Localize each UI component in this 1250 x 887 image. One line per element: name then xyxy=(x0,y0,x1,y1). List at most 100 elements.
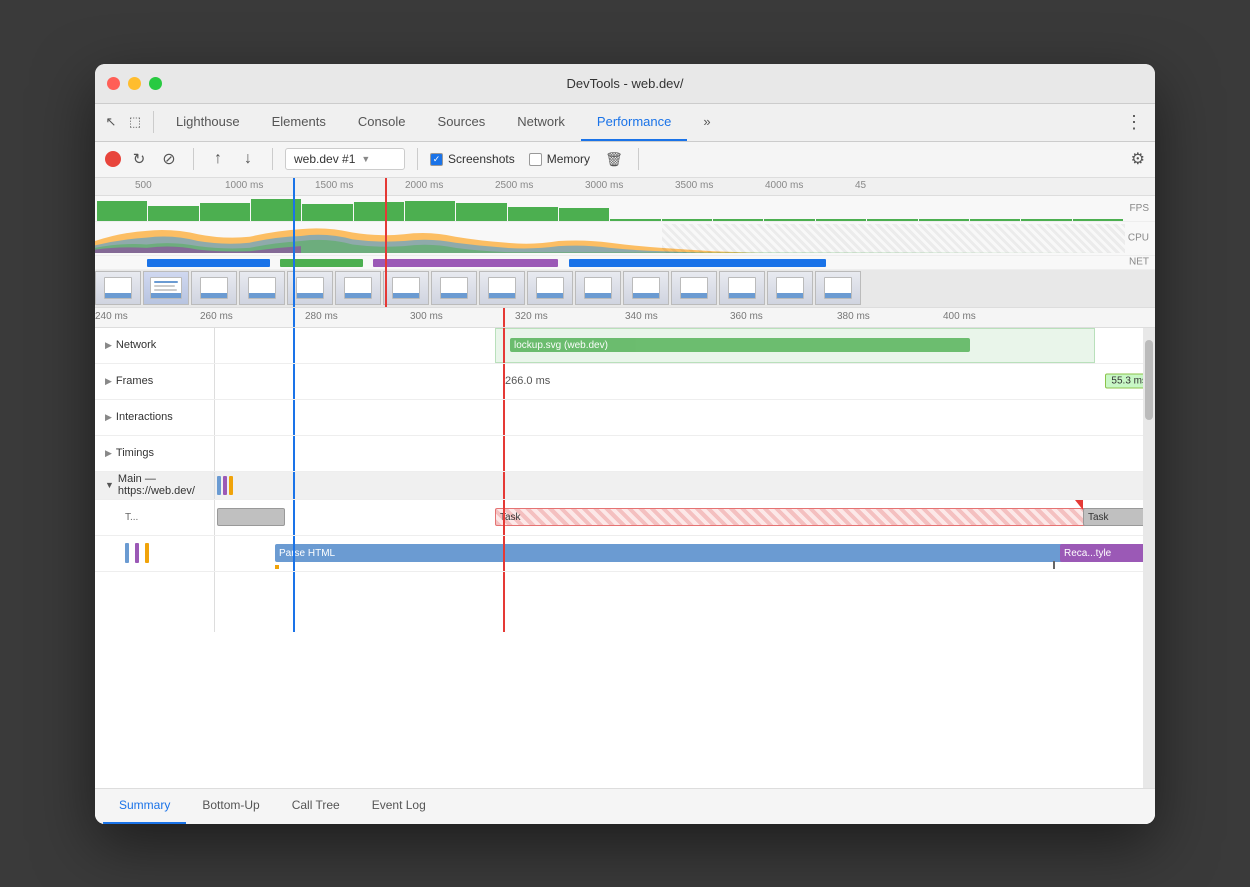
track-frames: ▶ Frames 266.0 ms 55.3 ms xyxy=(95,364,1155,400)
network-bar-lockup[interactable]: lockup.svg (web.dev) xyxy=(510,338,970,352)
url-selector[interactable]: web.dev #1 ▼ xyxy=(285,148,405,170)
chevron-down-icon: ▼ xyxy=(361,154,370,164)
detail-tick-300: 300 ms xyxy=(410,311,443,322)
detail-tick-280: 280 ms xyxy=(305,311,338,322)
tab-performance[interactable]: Performance xyxy=(581,103,687,141)
recording-toolbar: ↻ ⊘ ↑ ↓ web.dev #1 ▼ Screenshots Memory … xyxy=(95,142,1155,178)
track-label-network[interactable]: ▶ Network xyxy=(95,328,215,363)
download-icon[interactable]: ↓ xyxy=(236,147,260,171)
upload-icon[interactable]: ↑ xyxy=(206,147,230,171)
task-bar-left[interactable] xyxy=(217,508,285,526)
screenshot-1 xyxy=(95,271,141,305)
long-task-flag xyxy=(1075,500,1083,510)
detail-tick-340: 340 ms xyxy=(625,311,658,322)
track-label-interactions[interactable]: ▶ Interactions xyxy=(95,400,215,435)
track-label-frames[interactable]: ▶ Frames xyxy=(95,364,215,399)
refresh-icon[interactable]: ↻ xyxy=(127,147,151,171)
track-content-task: Task Task xyxy=(215,500,1155,535)
expand-interactions-icon: ▶ xyxy=(105,412,112,423)
tab-more[interactable]: » xyxy=(687,103,726,141)
cpu-chart xyxy=(95,224,1125,253)
fps-chart xyxy=(95,196,1125,221)
screenshot-6 xyxy=(335,271,381,305)
tab-bar: ↖ ⬚ Lighthouse Elements Console Sources … xyxy=(95,104,1155,142)
window-controls xyxy=(107,77,162,90)
scrollbar-thumb[interactable] xyxy=(1145,340,1153,420)
separator xyxy=(153,111,154,133)
tab-event-log[interactable]: Event Log xyxy=(356,788,442,824)
recalc-style-bar[interactable]: Reca...tyle xyxy=(1060,544,1155,562)
track-label-task: T... xyxy=(95,500,215,535)
expand-timings-icon: ▶ xyxy=(105,448,112,459)
screenshot-7 xyxy=(383,271,429,305)
track-label-timings[interactable]: ▶ Timings xyxy=(95,436,215,471)
red-detail-cursor xyxy=(503,308,505,327)
tab-bottom-up[interactable]: Bottom-Up xyxy=(186,788,275,824)
vertical-scrollbar[interactable] xyxy=(1143,328,1155,788)
memory-checkbox[interactable] xyxy=(529,153,542,166)
track-empty xyxy=(95,572,1155,632)
tab-elements[interactable]: Elements xyxy=(256,103,342,141)
frames-blue-line xyxy=(293,364,295,399)
track-main-header: ▼ Main — https://web.dev/ xyxy=(95,472,1155,500)
screenshot-13 xyxy=(671,271,717,305)
frames-time-value: 266.0 ms xyxy=(505,375,550,387)
sep5 xyxy=(638,148,639,170)
tick-2000: 2000 ms xyxy=(405,180,443,191)
tick-2500: 2500 ms xyxy=(495,180,533,191)
track-task: T... Task Task xyxy=(95,500,1155,536)
tick-500: 500 xyxy=(135,180,152,191)
inspect-icon[interactable]: ⬚ xyxy=(123,110,147,134)
stop-icon[interactable]: ⊘ xyxy=(157,147,181,171)
timeline-overview[interactable]: 500 1000 ms 1500 ms 2000 ms 2500 ms 3000… xyxy=(95,178,1155,308)
track-label-main[interactable]: ▼ Main — https://web.dev/ xyxy=(95,472,215,499)
screenshot-12 xyxy=(623,271,669,305)
screenshots-checkbox-label[interactable]: Screenshots xyxy=(430,152,515,166)
tab-call-tree[interactable]: Call Tree xyxy=(276,788,356,824)
task-bar-long[interactable]: Task xyxy=(495,508,1120,526)
memory-checkbox-label[interactable]: Memory xyxy=(529,152,590,166)
sub-task-yellow xyxy=(275,565,279,569)
main-header-blue-line xyxy=(293,472,295,499)
devtools-menu[interactable]: ⋮ xyxy=(1117,112,1151,133)
overview-ruler: 500 1000 ms 1500 ms 2000 ms 2500 ms 3000… xyxy=(95,178,1155,196)
tab-lighthouse[interactable]: Lighthouse xyxy=(160,103,256,141)
tab-summary[interactable]: Summary xyxy=(103,788,186,824)
minimize-button[interactable] xyxy=(128,77,141,90)
tab-console[interactable]: Console xyxy=(342,103,422,141)
detail-tick-240: 240 ms xyxy=(95,311,128,322)
track-content-interactions xyxy=(215,400,1155,435)
screenshots-checkbox[interactable] xyxy=(430,153,443,166)
timings-red-line xyxy=(503,436,505,471)
url-value: web.dev #1 xyxy=(294,152,355,166)
detail-tick-380: 380 ms xyxy=(837,311,870,322)
track-label-parse-html xyxy=(95,536,215,571)
red-timeline-cursor xyxy=(385,178,387,307)
maximize-button[interactable] xyxy=(149,77,162,90)
trash-icon[interactable]: 🗑 xyxy=(602,147,626,171)
track-content-main-header xyxy=(215,472,1155,499)
detail-tick-360: 360 ms xyxy=(730,311,763,322)
timeline-tracks: ▶ Network lockup.svg (web.dev) xyxy=(95,328,1155,788)
sep2 xyxy=(193,148,194,170)
expand-main-icon: ▼ xyxy=(105,480,114,490)
close-button[interactable] xyxy=(107,77,120,90)
parse-html-bar[interactable]: Parse HTML xyxy=(275,544,1130,562)
net-red-line xyxy=(503,328,505,363)
detail-tick-260: 260 ms xyxy=(200,311,233,322)
settings-icon[interactable]: ⚙ xyxy=(1131,149,1145,169)
sub-task-line xyxy=(1053,561,1055,569)
window-title: DevTools - web.dev/ xyxy=(566,76,683,91)
task-red-line xyxy=(503,500,505,535)
track-interactions: ▶ Interactions xyxy=(95,400,1155,436)
tab-network[interactable]: Network xyxy=(501,103,581,141)
record-button[interactable] xyxy=(105,151,121,167)
tab-sources[interactable]: Sources xyxy=(422,103,502,141)
net-blue-line xyxy=(293,328,295,363)
detail-ruler: 240 ms 260 ms 280 ms 300 ms 320 ms 340 m… xyxy=(95,308,1155,328)
screenshot-2 xyxy=(143,271,189,305)
cursor-tool-icon[interactable]: ↖ xyxy=(99,110,123,134)
timings-blue-line xyxy=(293,436,295,471)
fps-row: FPS xyxy=(95,196,1155,222)
track-content-frames: 266.0 ms 55.3 ms xyxy=(215,364,1155,399)
